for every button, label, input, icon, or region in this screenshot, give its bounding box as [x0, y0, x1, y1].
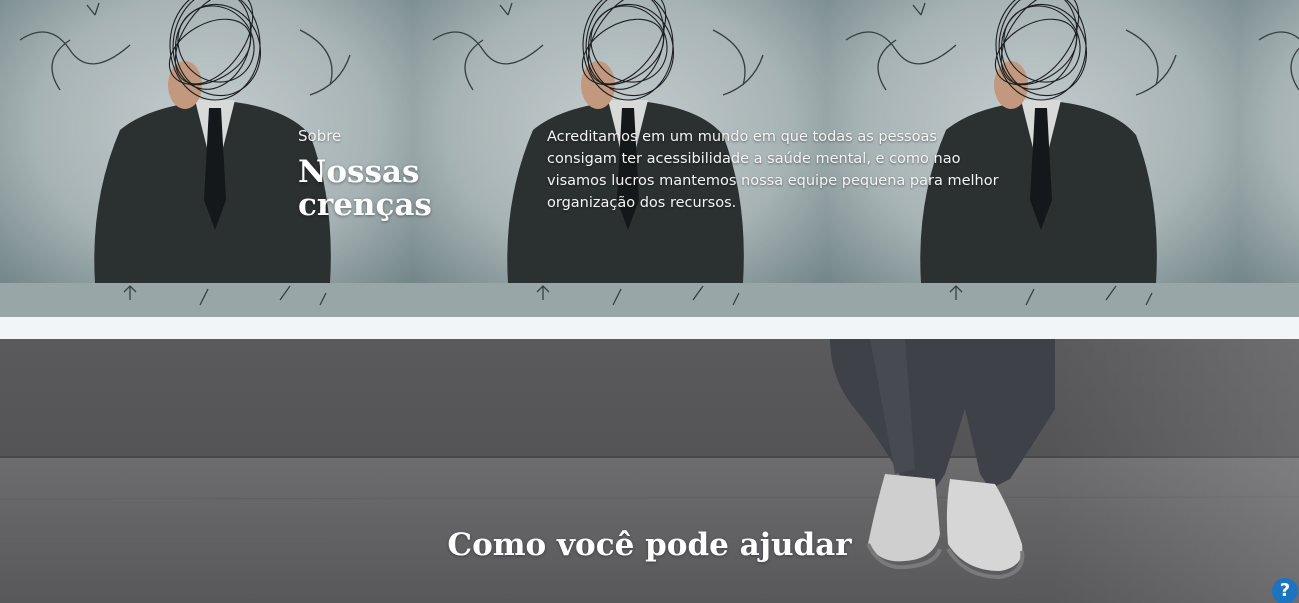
- help-section: Como você pode ajudar: [0, 339, 1299, 603]
- section-eyebrow: Sobre: [298, 127, 342, 145]
- section-description: Acreditamos em um mundo em que todas as …: [547, 129, 999, 211]
- section-divider: [0, 317, 1299, 339]
- help-section-title: Como você pode ajudar: [447, 527, 852, 563]
- help-background-image: [0, 339, 1299, 603]
- section-title: Nossas crenças: [298, 154, 432, 223]
- about-hero-section: Sobre Nossas crenças Acreditamos em um m…: [0, 0, 1299, 317]
- question-icon: ?: [1279, 580, 1291, 601]
- help-widget-button[interactable]: ?: [1272, 578, 1298, 603]
- page: Sobre Nossas crenças Acreditamos em um m…: [0, 0, 1299, 603]
